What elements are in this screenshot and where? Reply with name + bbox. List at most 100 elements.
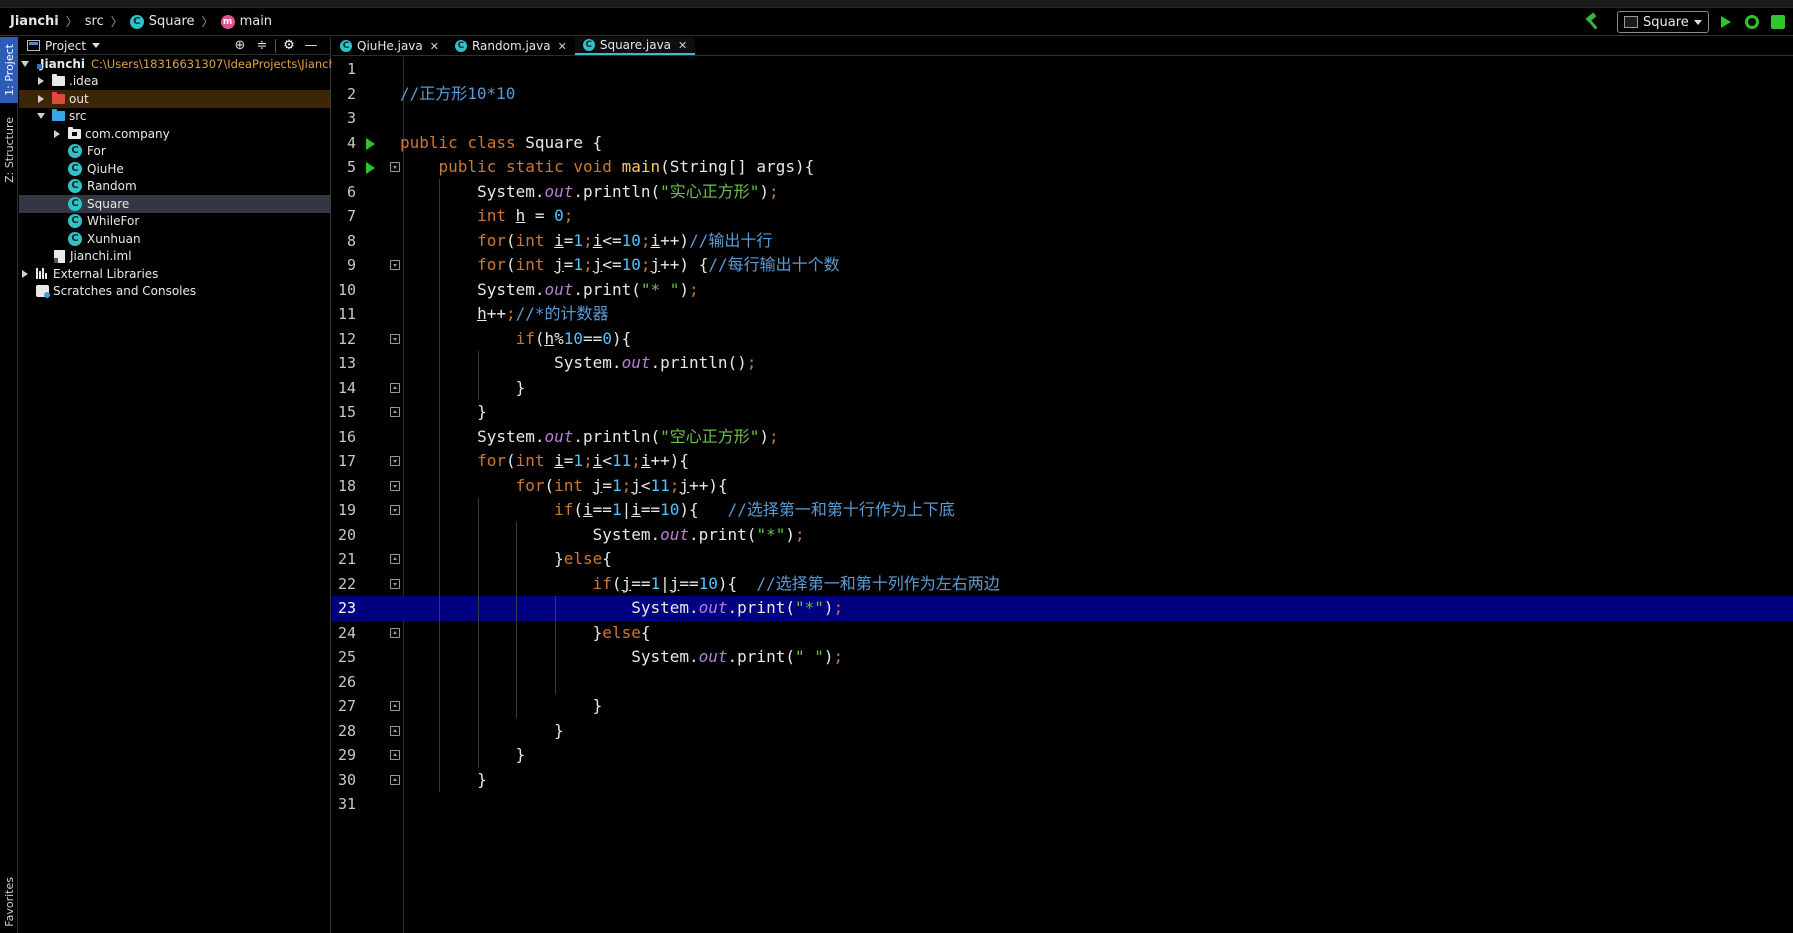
code-line-26[interactable]: 26 [332,670,1793,695]
tab-square-java[interactable]: C Square.java ✕ [574,37,696,55]
run-gutter-icon[interactable] [366,162,375,174]
tree-item-com-company[interactable]: com.company [19,125,330,143]
fold-icon[interactable] [390,260,400,270]
code-line-11[interactable]: 11 h++;//*的计数器 [332,302,1793,327]
fold-icon[interactable] [390,774,400,785]
code-line-16[interactable]: 16 System.out.println("空心正方形"); [332,425,1793,450]
close-icon[interactable]: ✕ [430,40,439,53]
code-line-27[interactable]: 27 } [332,694,1793,719]
class-icon: C [68,196,82,211]
class-icon: C [340,40,352,52]
fold-icon[interactable] [390,578,400,589]
code-line-3[interactable]: 3 [332,106,1793,131]
tree-item-jianchi-iml[interactable]: Jianchi.iml [19,248,330,266]
code-line-29[interactable]: 29 } [332,743,1793,768]
project-view-title[interactable]: Project [45,39,86,53]
code-line-17[interactable]: 17 for(int i=1;i<11;i++){ [332,449,1793,474]
tree-item-label: For [87,144,106,159]
tree-item-for[interactable]: C For [19,143,330,161]
code-line-1[interactable]: 1 [332,57,1793,82]
close-icon[interactable]: ✕ [558,40,567,53]
hammer-icon[interactable] [1581,11,1603,33]
tool-tab-project[interactable]: 1: Project [0,37,18,103]
run-config-select[interactable]: Square [1617,11,1709,33]
tree-item-out[interactable]: out [19,90,330,108]
tree-item-random[interactable]: C Random [19,178,330,196]
fold-icon[interactable] [390,627,400,638]
chevron-down-icon[interactable] [92,43,101,48]
chevron-down-icon[interactable] [21,60,29,67]
code-line-7[interactable]: 7 int h = 0; [332,204,1793,229]
chevron-down-icon[interactable] [37,113,45,120]
tree-item-root[interactable]: Jianchi C:\Users\18316631307\IdeaProject… [19,55,339,73]
debug-icon[interactable] [1745,15,1759,29]
code-line-23[interactable]: 23 System.out.print("*"); [332,596,1793,621]
tree-item-xunhuan[interactable]: C Xunhuan [19,230,330,248]
tool-tab-favorites[interactable]: Favorites [0,872,18,932]
fold-icon[interactable] [390,382,400,393]
close-icon[interactable]: ✕ [678,39,687,52]
breadcrumb-folder[interactable]: src [85,14,104,29]
tree-item-whilefor[interactable]: C WhileFor [19,213,330,231]
code-editor[interactable]: 1 2 //正方形10*10 3 4 public class Square { 5… [332,57,1793,933]
chevron-right-icon: 〉 [110,15,123,29]
tab-qiuhe-java[interactable]: C QiuHe.java ✕ [332,37,447,55]
chevron-right-icon[interactable] [22,269,28,278]
fold-icon[interactable] [390,505,400,515]
fold-icon[interactable] [390,407,400,417]
tree-item-idea[interactable]: .idea [19,73,330,91]
fold-icon[interactable] [390,701,400,711]
gear-icon[interactable]: ⚙ [278,37,300,55]
chevron-right-icon[interactable] [54,129,60,138]
code-line-8[interactable]: 8 for(int i=1;i<=10;i++)//输出十行 [332,229,1793,254]
tree-item-scratches[interactable]: Scratches and Consoles [19,283,330,301]
code-line-19[interactable]: 19 if(i==1|i==10){ //选择第一和第十行作为上下底 [332,498,1793,523]
run-icon[interactable] [1721,16,1731,28]
code-line-20[interactable]: 20 System.out.print("*"); [332,523,1793,548]
chevron-right-icon[interactable] [38,77,44,86]
breadcrumb-project[interactable]: Jianchi [10,14,59,29]
code-line-13[interactable]: 13 System.out.println(); [332,351,1793,376]
tree-item-qiuhe[interactable]: C QiuHe [19,160,330,178]
fold-icon[interactable] [390,750,400,760]
collapse-all-icon[interactable]: ≑ [251,37,273,55]
tree-item-src[interactable]: src [19,108,330,126]
run-gutter-icon[interactable] [366,137,375,150]
fold-icon[interactable] [390,456,400,466]
fold-icon[interactable] [390,333,400,344]
fold-icon[interactable] [390,162,400,172]
code-line-12[interactable]: 12 if(h%10==0){ [332,327,1793,352]
breadcrumb-class[interactable]: C Square [129,14,195,29]
code-line-10[interactable]: 10 System.out.print("* "); [332,278,1793,303]
chevron-right-icon[interactable] [38,94,44,103]
tree-item-external-libraries[interactable]: External Libraries [19,265,330,283]
line-number: 30 [337,770,356,789]
code-line-31[interactable]: 31 [332,792,1793,817]
tree-item-square[interactable]: C Square [19,195,330,213]
fold-icon[interactable] [390,480,400,491]
code-line-6[interactable]: 6 System.out.println("实心正方形"); [332,180,1793,205]
code-line-5[interactable]: 5 public static void main(String[] args)… [332,155,1793,180]
code-line-24[interactable]: 24 }else{ [332,621,1793,646]
code-line-22[interactable]: 22 if(j==1|j==10){ //选择第一和第十列作为左右两边 [332,572,1793,597]
fold-icon[interactable] [390,554,400,564]
code-line-2[interactable]: 2 //正方形10*10 [332,82,1793,107]
coverage-icon[interactable] [1771,15,1785,29]
code-line-25[interactable]: 25 System.out.print(" "); [332,645,1793,670]
tab-random-java[interactable]: C Random.java ✕ [447,37,575,55]
minimize-icon[interactable]: — [300,37,322,55]
code-line-14[interactable]: 14 } [332,376,1793,401]
class-icon: C [454,40,467,52]
code-line-28[interactable]: 28 } [332,719,1793,744]
breadcrumb-method[interactable]: m main [220,14,272,29]
code-line-18[interactable]: 18 for(int j=1;j<11;j++){ [332,474,1793,499]
code-line-30[interactable]: 30 } [332,768,1793,793]
method-icon: m [220,14,235,29]
tool-tab-structure[interactable]: Z: Structure [0,113,18,187]
locate-icon[interactable]: ⊕ [229,37,251,55]
code-line-21[interactable]: 21 }else{ [332,547,1793,572]
fold-icon[interactable] [390,725,400,736]
code-line-9[interactable]: 9 for(int j=1;j<=10;j++) {//每行输出十个数 [332,253,1793,278]
code-line-4[interactable]: 4 public class Square { [332,131,1793,156]
code-line-15[interactable]: 15 } [332,400,1793,425]
